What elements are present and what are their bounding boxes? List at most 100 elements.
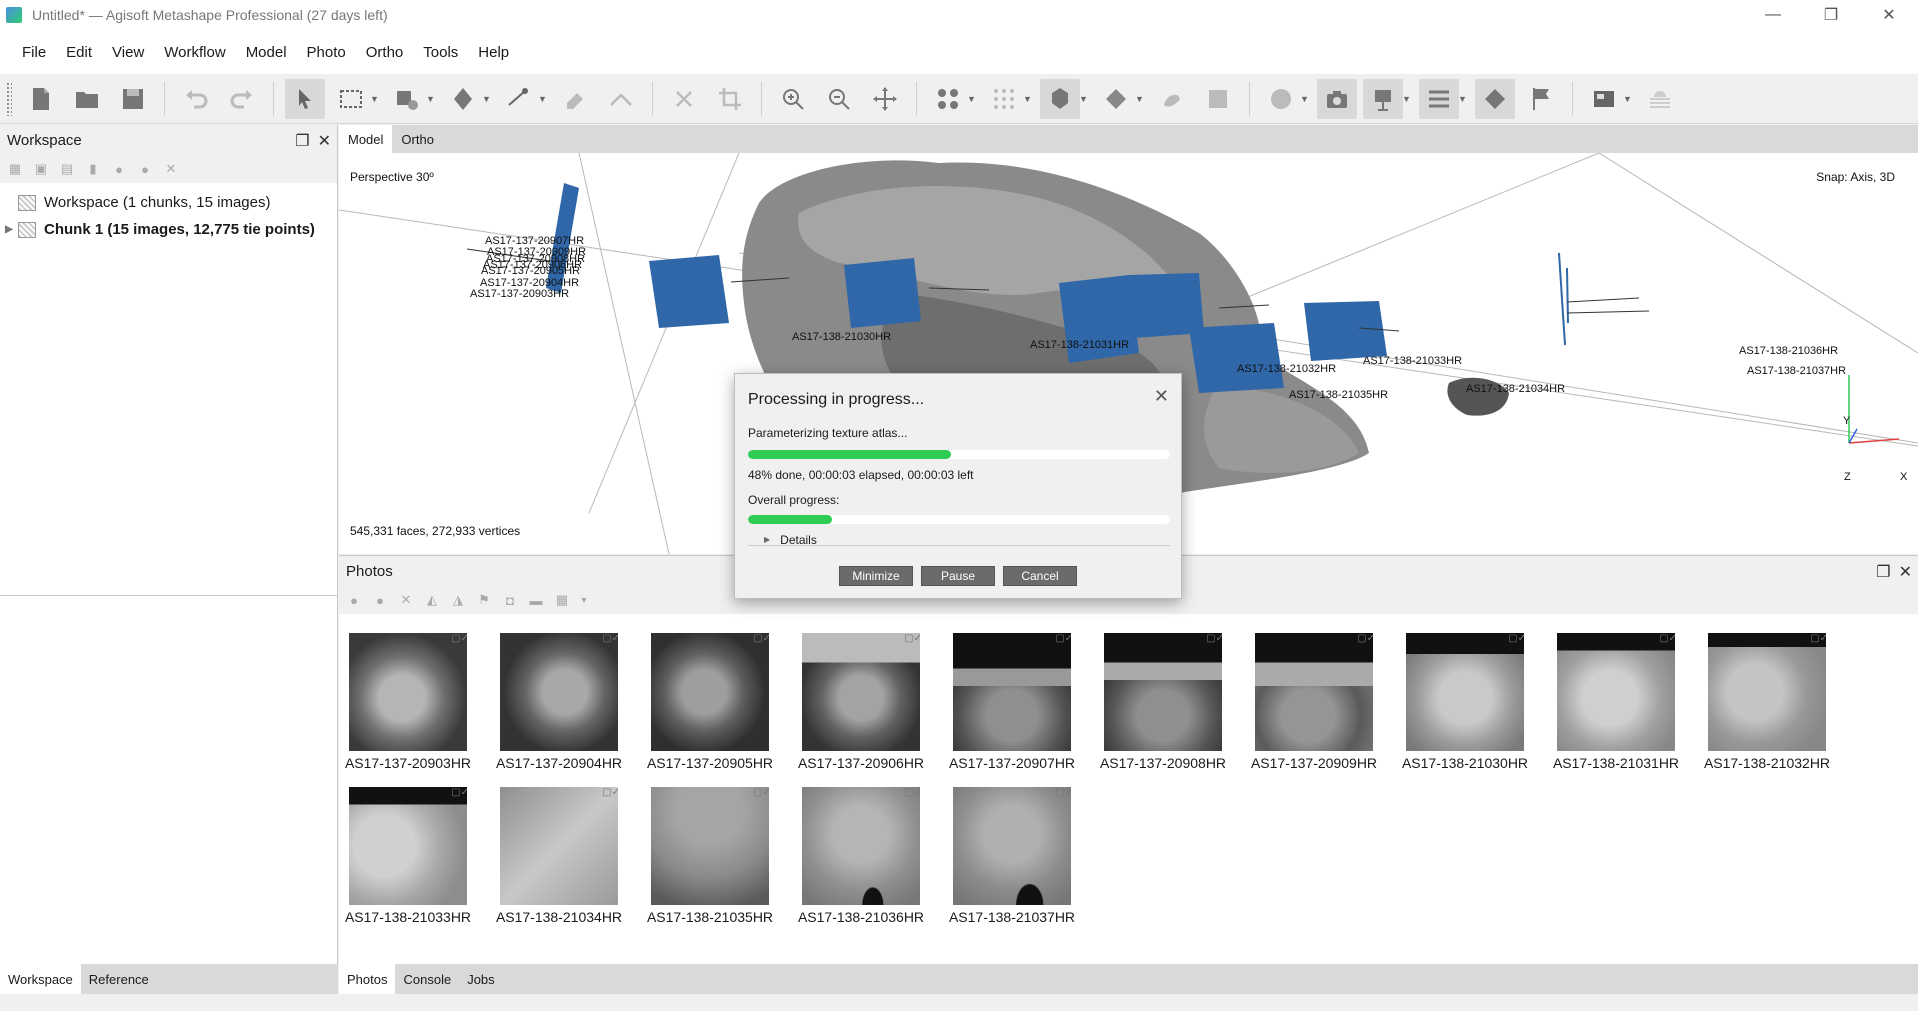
- camera-label[interactable]: AS17-138-21037HR: [1747, 365, 1846, 377]
- camera-icon[interactable]: [1317, 78, 1357, 119]
- cancel-button[interactable]: Cancel: [1003, 566, 1077, 586]
- save-icon[interactable]: [113, 79, 153, 119]
- photo-thumbnail[interactable]: ▢✓ AS17-137-20905HR: [647, 633, 773, 771]
- menu-workflow[interactable]: Workflow: [154, 44, 235, 61]
- rectangle-selection-icon[interactable]: [331, 79, 371, 119]
- camera-label[interactable]: AS17-138-21036HR: [1739, 345, 1838, 357]
- chevron-down-icon[interactable]: ▼: [1079, 94, 1089, 104]
- rotate-right-icon[interactable]: ◮: [449, 591, 467, 609]
- float-panel-icon[interactable]: ❐: [1876, 562, 1890, 582]
- camera-label[interactable]: AS17-138-21030HR: [792, 331, 891, 343]
- minimize-window-button[interactable]: —: [1744, 0, 1802, 30]
- photo-thumbnail[interactable]: ▢✓ AS17-137-20908HR: [1100, 633, 1226, 771]
- photo-thumbnail[interactable]: ▢✓ AS17-138-21036HR: [798, 787, 924, 925]
- camera-frame-icon[interactable]: [1363, 78, 1403, 119]
- rotate-left-icon[interactable]: ◭: [423, 591, 441, 609]
- menu-help[interactable]: Help: [468, 44, 519, 61]
- globe-icon[interactable]: [1261, 79, 1301, 119]
- zoom-out-icon[interactable]: [819, 79, 859, 119]
- camera-label[interactable]: AS17-137-20905HR: [481, 265, 580, 277]
- remove-icon[interactable]: ✕: [162, 160, 180, 178]
- photo-thumbnail[interactable]: ▢✓ AS17-137-20909HR: [1251, 633, 1377, 771]
- photo-thumbnail[interactable]: ▢✓ AS17-138-21031HR: [1553, 633, 1679, 771]
- menu-model[interactable]: Model: [236, 44, 297, 61]
- tab-workspace[interactable]: Workspace: [0, 964, 81, 994]
- close-panel-icon[interactable]: ✕: [1899, 562, 1912, 582]
- tab-jobs[interactable]: Jobs: [459, 964, 502, 994]
- close-window-button[interactable]: ✕: [1860, 0, 1918, 30]
- enable-icon[interactable]: ●: [345, 591, 363, 609]
- move-object-icon[interactable]: [443, 79, 483, 119]
- remove-icon[interactable]: ✕: [397, 591, 415, 609]
- menu-view[interactable]: View: [102, 44, 154, 61]
- camera-label[interactable]: AS17-138-21034HR: [1466, 383, 1565, 395]
- crop-icon[interactable]: [710, 79, 750, 119]
- add-chunk-icon[interactable]: ▦: [6, 160, 24, 178]
- move-region-icon[interactable]: [387, 79, 427, 119]
- chevron-down-icon[interactable]: ▼: [370, 94, 380, 104]
- dense-cloud-icon[interactable]: [984, 79, 1024, 119]
- add-marker-icon[interactable]: ▮: [84, 160, 102, 178]
- model-shaded-icon[interactable]: [1040, 78, 1080, 119]
- photo-thumbnail[interactable]: ▢✓ AS17-137-20906HR: [798, 633, 924, 771]
- layers-icon[interactable]: [1640, 79, 1680, 119]
- float-panel-icon[interactable]: ❐: [295, 131, 309, 151]
- redo-icon[interactable]: [222, 79, 262, 119]
- orthomosaic-icon[interactable]: [1198, 79, 1238, 119]
- zoom-in-icon[interactable]: [773, 79, 813, 119]
- chevron-down-icon[interactable]: ▼: [967, 94, 977, 104]
- close-icon[interactable]: ✕: [1154, 386, 1169, 407]
- camera-label[interactable]: AS17-138-21035HR: [1289, 389, 1388, 401]
- workspace-root-item[interactable]: Workspace (1 chunks, 15 images): [0, 189, 337, 216]
- photo-thumbnail[interactable]: ▢✓ AS17-138-21035HR: [647, 787, 773, 925]
- menu-file[interactable]: File: [12, 44, 56, 61]
- chevron-down-icon[interactable]: ▼: [1300, 94, 1310, 104]
- expand-arrow-icon[interactable]: ▶: [0, 224, 18, 235]
- camera-label[interactable]: AS17-138-21031HR: [1030, 339, 1129, 351]
- chevron-down-icon[interactable]: ▼: [1458, 94, 1468, 104]
- navigation-pointer-icon[interactable]: [285, 78, 325, 119]
- menu-tools[interactable]: Tools: [413, 44, 468, 61]
- minimize-button[interactable]: Minimize: [839, 566, 913, 586]
- details-expander[interactable]: ▶ Details: [748, 533, 1170, 547]
- tab-console[interactable]: Console: [395, 964, 459, 994]
- polyline-icon[interactable]: [601, 79, 641, 119]
- menu-ortho[interactable]: Ortho: [356, 44, 414, 61]
- photo-thumbnail[interactable]: ▢✓ AS17-138-21033HR: [345, 787, 471, 925]
- maximize-window-button[interactable]: ❐: [1802, 0, 1860, 30]
- view-icon[interactable]: ▬: [527, 591, 545, 609]
- new-file-icon[interactable]: [21, 79, 61, 119]
- camera-label[interactable]: AS17-137-20903HR: [470, 288, 569, 300]
- photo-thumbnail[interactable]: ▢✓ AS17-138-21037HR: [949, 787, 1075, 925]
- disable-icon[interactable]: ●: [136, 160, 154, 178]
- add-folder-icon[interactable]: ▤: [58, 160, 76, 178]
- chevron-down-icon[interactable]: ▼: [482, 94, 492, 104]
- undo-icon[interactable]: [176, 79, 216, 119]
- photo-thumbnail[interactable]: ▢✓ AS17-137-20903HR: [345, 633, 471, 771]
- toolbar-grip[interactable]: [6, 81, 12, 116]
- chevron-down-icon[interactable]: ▼: [538, 94, 548, 104]
- filter-icon[interactable]: ⚑: [475, 591, 493, 609]
- close-panel-icon[interactable]: ✕: [318, 131, 331, 151]
- dem-icon[interactable]: [1152, 79, 1192, 119]
- photo-thumbnail[interactable]: ▢✓ AS17-138-21030HR: [1402, 633, 1528, 771]
- markers-flag-icon[interactable]: [1521, 79, 1561, 119]
- tab-ortho[interactable]: Ortho: [392, 125, 443, 153]
- photo-thumbnail[interactable]: ▢✓ AS17-137-20907HR: [949, 633, 1075, 771]
- eraser-icon[interactable]: [555, 79, 595, 119]
- photo-thumbnail[interactable]: ▢✓ AS17-138-21032HR: [1704, 633, 1830, 771]
- chevron-down-icon[interactable]: ▼: [426, 94, 436, 104]
- shapes-icon[interactable]: [1475, 78, 1515, 119]
- grid-view-icon[interactable]: ▦: [553, 591, 571, 609]
- tab-reference[interactable]: Reference: [81, 964, 157, 994]
- photo-thumbnail[interactable]: ▢✓ AS17-138-21034HR: [496, 787, 622, 925]
- menu-photo[interactable]: Photo: [297, 44, 356, 61]
- chevron-down-icon[interactable]: ▼: [1623, 94, 1633, 104]
- reset-view-icon[interactable]: [865, 79, 905, 119]
- tiled-model-icon[interactable]: [1096, 79, 1136, 119]
- open-folder-icon[interactable]: [67, 79, 107, 119]
- photo-thumbnail[interactable]: ▢✓ AS17-137-20904HR: [496, 633, 622, 771]
- pause-button[interactable]: Pause: [921, 566, 995, 586]
- tab-photos[interactable]: Photos: [339, 964, 396, 994]
- chevron-down-icon[interactable]: ▼: [1023, 94, 1033, 104]
